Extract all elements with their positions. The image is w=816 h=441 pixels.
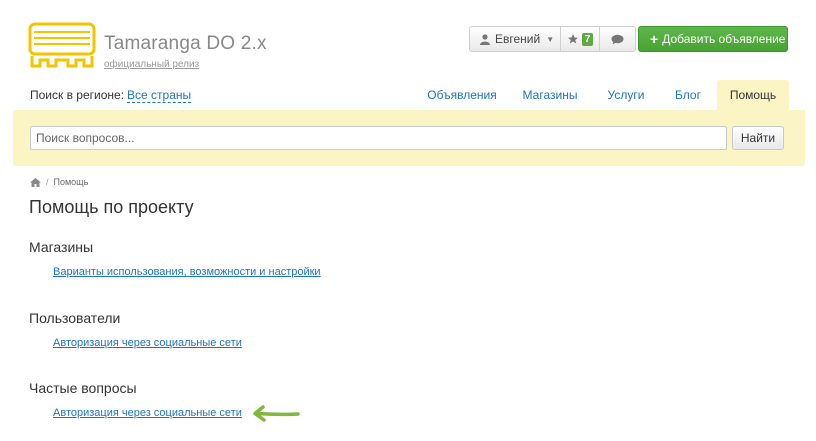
help-link-users[interactable]: Авторизация через социальные сети <box>53 337 242 349</box>
brand-subtitle[interactable]: официальный релиз <box>104 59 199 70</box>
tab-blog[interactable]: Блог <box>664 80 712 110</box>
messages-button[interactable] <box>600 26 636 52</box>
help-link-shops[interactable]: Варианты использования, возможности и на… <box>53 266 321 278</box>
chevron-down-icon: ▼ <box>546 34 555 44</box>
tab-shops[interactable]: Магазины <box>512 80 588 110</box>
user-menu-button[interactable]: Евгений ▼ <box>469 26 561 52</box>
favorites-button[interactable]: 7 <box>561 26 600 52</box>
tab-listings[interactable]: Объявления <box>418 80 506 110</box>
breadcrumb: / Помощь <box>30 177 88 187</box>
user-icon <box>480 33 490 45</box>
user-name: Евгений <box>495 32 541 46</box>
search-input[interactable] <box>30 126 727 150</box>
user-toolbar: Евгений ▼ 7 <box>469 26 636 52</box>
brand: Tamaranga DO 2.x официальный релиз <box>104 34 267 72</box>
tab-help[interactable]: Помощь <box>717 80 789 110</box>
main-nav: Объявления Магазины Услуги Блог Помощь <box>0 80 816 110</box>
plus-icon: + <box>650 31 659 47</box>
section-title-users: Пользователи <box>29 310 121 326</box>
page-title: Помощь по проекту <box>29 197 194 217</box>
arrow-annotation-icon <box>253 405 300 422</box>
section-title-shops: Магазины <box>29 239 94 255</box>
breadcrumb-separator: / <box>46 177 49 187</box>
section-title-faq: Частые вопросы <box>29 380 137 396</box>
home-icon[interactable] <box>30 177 41 187</box>
add-listing-label: Добавить объявление <box>662 32 786 46</box>
favorites-count: 7 <box>581 32 594 46</box>
help-link-faq[interactable]: Авторизация через социальные сети <box>53 407 242 419</box>
brand-title: Tamaranga DO 2.x <box>104 33 267 54</box>
star-icon <box>567 34 578 44</box>
chat-bubble-icon <box>611 34 624 44</box>
search-button[interactable]: Найти <box>732 126 784 150</box>
logo-icon[interactable] <box>28 22 96 73</box>
add-listing-button[interactable]: + Добавить объявление <box>638 26 788 52</box>
search-panel: Найти <box>13 110 805 166</box>
breadcrumb-current: Помощь <box>53 177 89 187</box>
tab-services[interactable]: Услуги <box>596 80 656 110</box>
